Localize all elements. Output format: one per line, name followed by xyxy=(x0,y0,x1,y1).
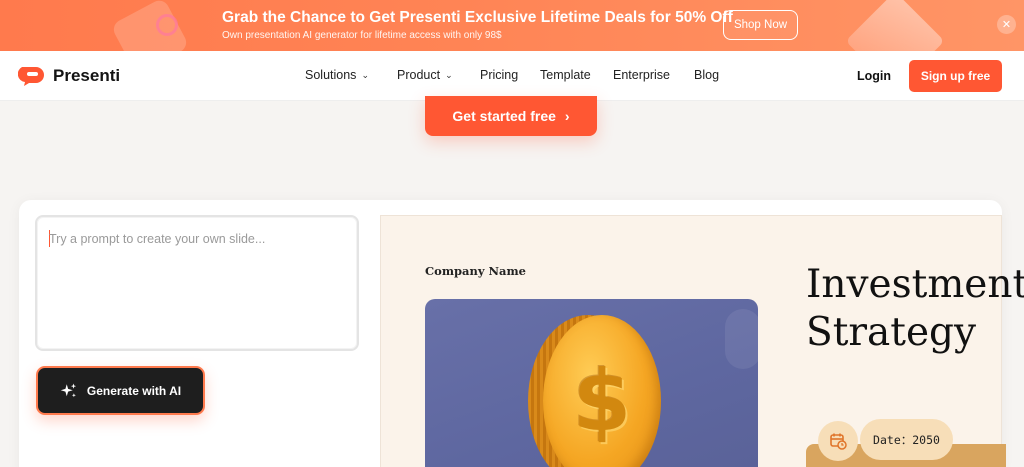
nav-product-label: Product xyxy=(397,68,441,82)
coin-image: $ xyxy=(425,299,758,467)
login-link[interactable]: Login xyxy=(857,69,891,83)
nav-enterprise[interactable]: Enterprise xyxy=(613,68,670,82)
slide-company-name: Company Name xyxy=(425,264,526,278)
presenti-logo-icon xyxy=(18,67,44,86)
promo-title: Grab the Chance to Get Presenti Exclusiv… xyxy=(222,9,733,26)
calendar-clock-icon xyxy=(818,421,858,461)
generate-with-ai-button[interactable]: Generate with AI xyxy=(36,366,205,415)
nav-blog[interactable]: Blog xyxy=(694,68,719,82)
calendar-glyph xyxy=(830,433,847,450)
chevron-right-icon: › xyxy=(564,108,570,124)
prompt-placeholder: Try a prompt to create your own slide... xyxy=(49,232,266,246)
nav-solutions[interactable]: Solutions ⌄ xyxy=(305,68,369,82)
get-started-button[interactable]: Get started free › xyxy=(425,96,597,136)
coin-face: $ xyxy=(543,315,661,467)
chevron-down-icon: ⌄ xyxy=(361,69,369,80)
slide-title: Investment Strategy xyxy=(806,262,1024,355)
brand-logo[interactable]: Presenti xyxy=(18,65,120,87)
close-icon[interactable]: ✕ xyxy=(997,15,1016,34)
generate-label: Generate with AI xyxy=(86,383,182,398)
top-navigation: Presenti Solutions ⌄ Product ⌄ Pricing T… xyxy=(0,51,1024,101)
nav-product[interactable]: Product ⌄ xyxy=(397,68,453,82)
signup-button[interactable]: Sign up free xyxy=(909,60,1002,92)
chevron-down-icon: ⌄ xyxy=(445,69,453,80)
nav-template[interactable]: Template xyxy=(540,68,591,82)
glass-decoration xyxy=(725,309,758,369)
nav-solutions-label: Solutions xyxy=(305,68,357,82)
slide-date: Date：2050 xyxy=(860,419,953,460)
brand-name: Presenti xyxy=(53,66,121,85)
get-started-label: Get started free xyxy=(452,108,556,124)
shop-now-button[interactable]: Shop Now xyxy=(723,10,798,40)
dollar-sign-icon: $ xyxy=(572,352,632,450)
sparkle-icon xyxy=(60,383,76,397)
promo-subtitle: Own presentation AI generator for lifeti… xyxy=(222,30,502,41)
promo-decoration-ring xyxy=(156,14,178,36)
prompt-input[interactable]: Try a prompt to create your own slide... xyxy=(35,215,359,351)
promo-banner: Grab the Chance to Get Presenti Exclusiv… xyxy=(0,0,1024,51)
promo-decoration-right xyxy=(845,0,945,51)
nav-pricing[interactable]: Pricing xyxy=(480,68,518,82)
